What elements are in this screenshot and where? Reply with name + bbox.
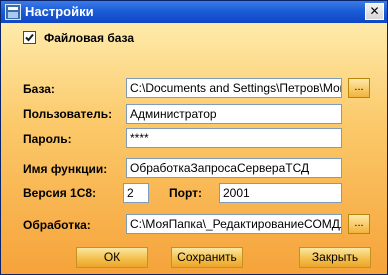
ok-button[interactable]: ОК bbox=[76, 247, 148, 268]
processing-label: Обработка: bbox=[23, 218, 91, 232]
user-field[interactable]: Администратор bbox=[126, 104, 342, 124]
password-field[interactable]: **** bbox=[126, 128, 342, 148]
base-browse-button[interactable]: ... bbox=[348, 78, 370, 98]
function-name-field[interactable]: ОбработкаЗапросаСервераТСД bbox=[126, 158, 342, 178]
check-icon bbox=[25, 33, 34, 42]
port-label: Порт: bbox=[169, 186, 202, 200]
close-button[interactable]: Закрыть bbox=[299, 247, 371, 268]
file-db-label[interactable]: Файловая база bbox=[44, 31, 134, 45]
title-bar[interactable]: Настройки ✕ bbox=[1, 1, 387, 23]
port-field[interactable]: 2001 bbox=[219, 183, 342, 203]
window-title: Настройки bbox=[25, 4, 94, 19]
file-db-checkbox[interactable] bbox=[23, 31, 36, 44]
app-window-icon bbox=[5, 4, 21, 20]
base-path-field[interactable]: C:\Documents and Settings\Петров\Мои д bbox=[126, 78, 342, 98]
version-field[interactable]: 2 bbox=[123, 183, 149, 203]
processing-path-field[interactable]: C:\МояПапка\_РедактированиеСОМДля bbox=[126, 214, 342, 234]
password-label: Пароль: bbox=[23, 132, 72, 146]
user-label: Пользователь: bbox=[23, 107, 113, 121]
settings-window: Настройки ✕ Файловая база База: C:\Docum… bbox=[0, 0, 388, 275]
base-label: База: bbox=[23, 82, 55, 96]
window-close-button[interactable]: ✕ bbox=[365, 3, 384, 20]
processing-browse-button[interactable]: ... bbox=[348, 214, 370, 234]
function-label: Имя функции: bbox=[23, 162, 108, 176]
version-label: Версия 1С8: bbox=[23, 186, 97, 200]
save-button[interactable]: Сохранить bbox=[171, 247, 243, 268]
